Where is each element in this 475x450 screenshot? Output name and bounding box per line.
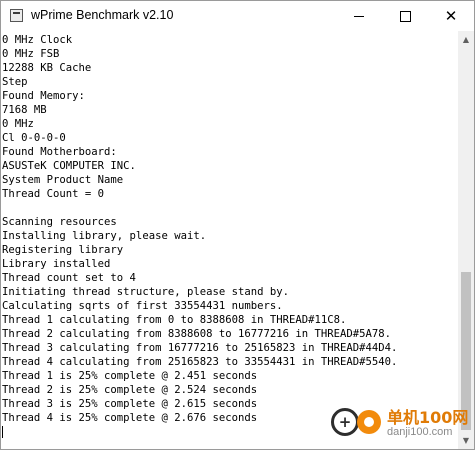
vertical-scrollbar[interactable]: ▲ ▼ (458, 31, 474, 449)
console-line: 0 MHz FSB (2, 48, 60, 60)
watermark-brand: 单机100网 (387, 408, 469, 427)
scroll-up-button[interactable]: ▲ (458, 31, 474, 48)
console-line: Registering library (2, 244, 124, 256)
console-line: Installing library, please wait. (2, 230, 207, 242)
minimize-icon (354, 15, 364, 17)
console-lines: 0 MHz Clock 0 MHz FSB 12288 KB Cache Ste… (2, 33, 397, 439)
console-line: 0 MHz (2, 118, 34, 130)
maximize-icon (399, 10, 411, 22)
title-bar[interactable]: wPrime Benchmark v2.10 ✕ (1, 1, 474, 31)
text-cursor (2, 426, 3, 438)
app-window: wPrime Benchmark v2.10 ✕ 0 MHz Clock 0 M… (0, 0, 475, 450)
console-line: Found Memory: (2, 90, 85, 102)
console-line: ASUSTeK COMPUTER INC. (2, 160, 136, 172)
console-line: Thread Count = 0 (2, 188, 105, 200)
console-line: Found Motherboard: (2, 146, 117, 158)
console-line: Library installed (2, 258, 111, 270)
console-line: System Product Name (2, 174, 124, 186)
console-line: Scanning resources (2, 216, 117, 228)
app-console-icon[interactable] (10, 9, 23, 22)
console-line: Thread 2 is 25% complete @ 2.524 seconds (2, 384, 258, 396)
watermark-logo: + 单机100网 danji100.com (327, 398, 472, 446)
console-line: 0 MHz Clock (2, 34, 73, 46)
console-line: Thread 1 calculating from 0 to 8388608 i… (2, 314, 347, 326)
window-title: wPrime Benchmark v2.10 (31, 8, 174, 22)
console-line: Thread 3 calculating from 16777216 to 25… (2, 342, 398, 354)
console-line: Thread 2 calculating from 8388608 to 167… (2, 328, 392, 340)
console-line: 7168 MB (2, 104, 47, 116)
watermark-url: danji100.com (387, 426, 453, 438)
maximize-button[interactable] (382, 1, 428, 31)
orange-ring-icon (357, 410, 381, 434)
minimize-button[interactable] (336, 1, 382, 31)
close-button[interactable]: ✕ (428, 1, 474, 31)
console-line: Initiating thread structure, please stan… (2, 286, 290, 298)
console-line: Step (2, 76, 28, 88)
plus-circle-icon: + (331, 408, 359, 436)
console-line: Calculating sqrts of first 33554431 numb… (2, 300, 283, 312)
console-line: 12288 KB Cache (2, 62, 92, 74)
console-line: Thread count set to 4 (2, 272, 136, 284)
close-icon: ✕ (444, 6, 458, 25)
console-line: Thread 1 is 25% complete @ 2.451 seconds (2, 370, 258, 382)
console-line: Cl 0-0-0-0 (2, 132, 66, 144)
console-output[interactable]: 0 MHz Clock 0 MHz FSB 12288 KB Cache Ste… (1, 31, 458, 449)
chevron-up-icon: ▲ (462, 35, 470, 44)
console-line: Thread 4 calculating from 25165823 to 33… (2, 356, 398, 368)
